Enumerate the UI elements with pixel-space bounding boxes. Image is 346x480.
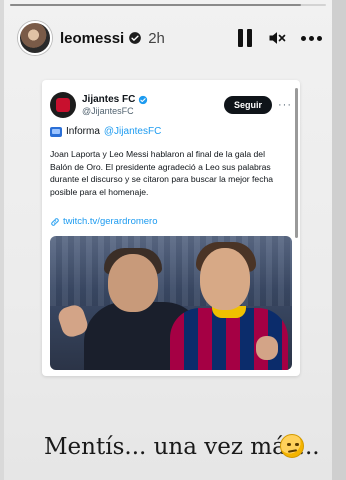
- embedded-tweet[interactable]: Jijantes FC @JijantesFC Seguir ··· Infor…: [42, 80, 300, 376]
- tweet-avatar[interactable]: [50, 92, 76, 118]
- tweet-author: Jijantes FC @JijantesFC: [82, 94, 148, 116]
- verified-badge-icon: [129, 32, 142, 44]
- story-header: leomessi 2h: [18, 16, 322, 60]
- story-progress-bar: [10, 4, 326, 6]
- tweet-link-text[interactable]: twitch.tv/gerardromero: [63, 216, 158, 227]
- story-progress-fill: [10, 4, 301, 6]
- tweet-photo[interactable]: [50, 236, 292, 370]
- story-edge: [332, 0, 346, 480]
- username[interactable]: leomessi: [60, 30, 124, 47]
- tweet-info-mention[interactable]: @JijantesFC: [104, 126, 161, 137]
- more-options-icon[interactable]: [301, 35, 322, 41]
- tweet-text: Joan Laporta y Leo Messi hablaron al fin…: [50, 149, 274, 197]
- tweet-header: Jijantes FC @JijantesFC Seguir ···: [50, 88, 292, 122]
- tv-icon: [50, 126, 62, 137]
- tweet-link[interactable]: twitch.tv/gerardromero: [50, 216, 158, 227]
- tweet-scrollbar: [295, 88, 298, 238]
- follow-button[interactable]: Seguir: [223, 96, 272, 114]
- tweet-handle: @JijantesFC: [82, 106, 134, 116]
- mute-icon[interactable]: [267, 28, 287, 48]
- tweet-more-icon[interactable]: ···: [278, 99, 292, 111]
- tweet-account-name[interactable]: Jijantes FC: [82, 94, 135, 105]
- worried-face-emoji-icon: [280, 434, 304, 458]
- tweet-info-label: Informa: [66, 126, 100, 137]
- story-card: leomessi 2h Jijantes FC @JijantesFC Segu…: [4, 0, 332, 480]
- link-icon: [51, 217, 59, 226]
- avatar[interactable]: [18, 21, 52, 55]
- pause-icon[interactable]: [237, 29, 253, 47]
- tweet-info-line: Informa @JijantesFC: [50, 126, 161, 137]
- story-controls: [237, 28, 322, 48]
- story-caption: Mentís... una vez más...: [44, 434, 320, 460]
- tweet-verified-icon: [139, 95, 148, 104]
- time-ago: 2h: [148, 29, 165, 47]
